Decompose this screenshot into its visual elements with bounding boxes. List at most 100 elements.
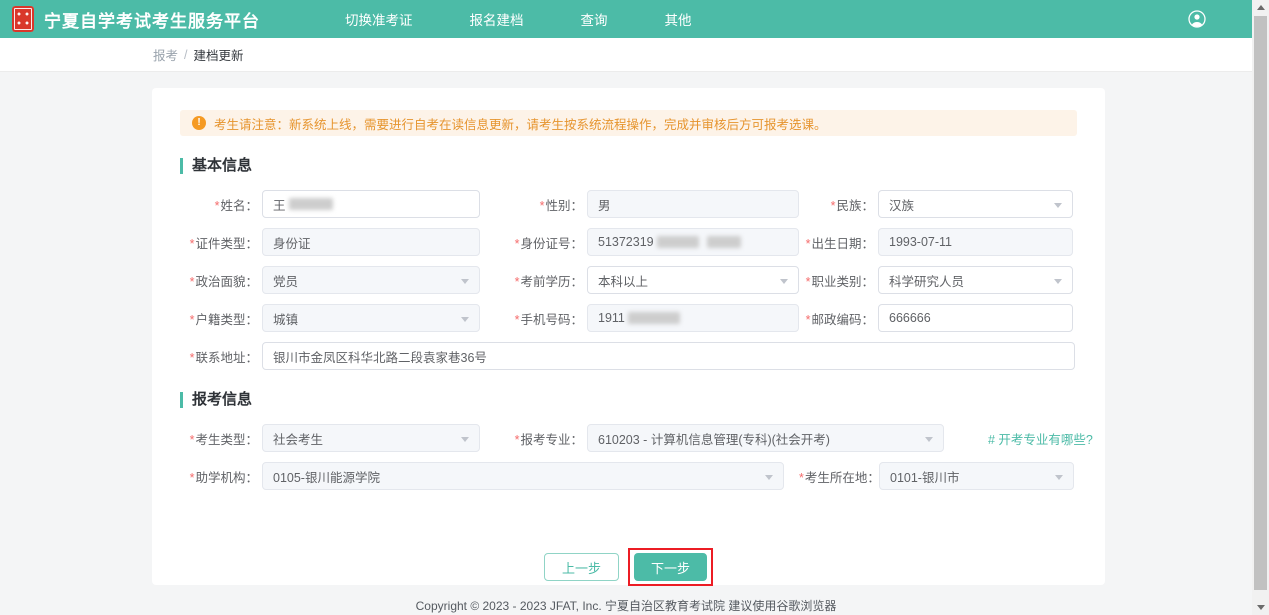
platform-logo-seal-icon — [12, 6, 34, 32]
breadcrumb-parent[interactable]: 报考 — [153, 45, 178, 64]
occupation-label: *职业类别： — [804, 271, 874, 290]
redaction-blur — [628, 312, 680, 324]
occupation-select[interactable]: 科学研究人员 — [878, 266, 1073, 294]
nav-item-other[interactable]: 其他 — [665, 9, 692, 29]
ethnicity-select[interactable]: 汉族 — [878, 190, 1073, 218]
chevron-down-icon — [461, 317, 469, 322]
chevron-down-icon — [1054, 279, 1062, 284]
phone-label: *手机号码： — [505, 309, 583, 328]
required-marker: * — [831, 199, 836, 213]
required-marker: * — [190, 471, 195, 485]
id-type-input: 身份证 — [262, 228, 480, 256]
ethnicity-label: *民族： — [804, 195, 874, 214]
field-household-type: *户籍类型： 城镇 — [180, 304, 480, 332]
phone-input: 1911 — [587, 304, 799, 332]
required-marker: * — [806, 237, 811, 251]
gender-input: 男 — [587, 190, 799, 218]
field-gender: *性别： 男 — [505, 190, 799, 218]
field-id-type: *证件类型： 身份证 — [180, 228, 480, 256]
field-ethnicity: *民族： 汉族 — [804, 190, 1073, 218]
form-row: *考生类型： 社会考生 *报考专业： 610203 - 计算机信息管理(专科)(… — [180, 424, 1077, 452]
redaction-blur — [657, 236, 699, 248]
field-candidate-type: *考生类型： 社会考生 — [180, 424, 480, 452]
field-major: *报考专业： 610203 - 计算机信息管理(专科)(社会开考) — [505, 424, 944, 452]
id-type-label: *证件类型： — [180, 233, 258, 252]
major-select: 610203 - 计算机信息管理(专科)(社会开考) — [587, 424, 944, 452]
field-political-status: *政治面貌： 党员 — [180, 266, 480, 294]
required-marker: * — [540, 199, 545, 213]
institution-label: *助学机构： — [180, 467, 258, 486]
nav-item-switch-admission-ticket[interactable]: 切换准考证 — [345, 9, 413, 29]
archive-update-form-card: ! 考生请注意：新系统上线，需要进行自考在读信息更新，请考生按系统流程操作，完成… — [152, 88, 1105, 585]
postal-code-input[interactable]: 666666 — [878, 304, 1073, 332]
nav-item-query[interactable]: 查询 — [581, 9, 608, 29]
scrollbar-up-arrow-icon[interactable] — [1252, 0, 1269, 15]
gender-label: *性别： — [505, 195, 583, 214]
scrollbar-down-arrow-icon[interactable] — [1252, 600, 1269, 615]
education-label: *考前学历： — [505, 271, 583, 290]
institution-select: 0105-银川能源学院 — [262, 462, 784, 490]
household-type-label: *户籍类型： — [180, 309, 258, 328]
main-nav: 切换准考证 报名建档 查询 其他 — [345, 9, 749, 29]
field-name: *姓名： 王 — [180, 190, 480, 218]
required-marker: * — [515, 313, 520, 327]
required-marker: * — [190, 275, 195, 289]
chevron-down-icon — [1055, 475, 1063, 480]
required-marker: * — [190, 237, 195, 251]
id-number-label: *身份证号： — [505, 233, 583, 252]
required-marker: * — [190, 433, 195, 447]
field-id-number: *身份证号： 51372319 — [505, 228, 799, 256]
field-location: *考生所在地： 0101-银川市 — [799, 462, 1074, 490]
chevron-down-icon — [461, 279, 469, 284]
major-label: *报考专业： — [505, 429, 583, 448]
vertical-scrollbar[interactable] — [1252, 0, 1269, 615]
candidate-type-label: *考生类型： — [180, 429, 258, 448]
birth-date-input: 1993-07-11 — [878, 228, 1073, 256]
scrollbar-thumb[interactable] — [1254, 16, 1267, 590]
required-marker: * — [799, 471, 804, 485]
section-title-exam-info: 报考信息 — [180, 392, 1077, 408]
field-occupation: *职业类别： 科学研究人员 — [804, 266, 1073, 294]
political-status-label: *政治面貌： — [180, 271, 258, 290]
required-marker: * — [515, 275, 520, 289]
nav-item-registration-filing[interactable]: 报名建档 — [470, 9, 524, 29]
chevron-down-icon — [461, 437, 469, 442]
next-step-button[interactable]: 下一步 — [634, 553, 707, 581]
field-phone: *手机号码： 1911 — [505, 304, 799, 332]
address-input[interactable]: 银川市金凤区科华北路二段袁家巷36号 — [262, 342, 1075, 370]
required-marker: * — [190, 351, 195, 365]
candidate-type-select: 社会考生 — [262, 424, 480, 452]
breadcrumb: 报考 / 建档更新 — [0, 38, 1269, 72]
birth-date-label: *出生日期： — [804, 233, 874, 252]
notice-text: 考生请注意：新系统上线，需要进行自考在读信息更新，请考生按系统流程操作，完成并审… — [214, 114, 827, 133]
chevron-down-icon — [780, 279, 788, 284]
required-marker: * — [806, 313, 811, 327]
form-row: *证件类型： 身份证 *身份证号： 51372319 *出生日期： 1993-0… — [180, 228, 1077, 256]
chevron-down-icon — [925, 437, 933, 442]
location-select: 0101-银川市 — [879, 462, 1074, 490]
chevron-down-icon — [765, 475, 773, 480]
form-row: *户籍类型： 城镇 *手机号码： 1911 *邮政编码： 666666 — [180, 304, 1077, 332]
required-marker: * — [215, 199, 220, 213]
education-select[interactable]: 本科以上 — [587, 266, 799, 294]
user-avatar-icon[interactable] — [1188, 10, 1206, 28]
name-input[interactable]: 王 — [262, 190, 480, 218]
step-buttons-row: 上一步 下一步 — [180, 548, 1077, 586]
copyright-footer: Copyright © 2023 - 2023 JFAT, Inc. 宁夏自治区… — [0, 597, 1252, 614]
form-row: *联系地址： 银川市金凤区科华北路二段袁家巷36号 — [180, 342, 1077, 370]
field-institution: *助学机构： 0105-银川能源学院 — [180, 462, 784, 490]
id-number-input: 51372319 — [587, 228, 799, 256]
form-row: *姓名： 王 *性别： 男 *民族： 汉族 — [180, 190, 1077, 218]
top-header-bar: 宁夏自学考试考生服务平台 切换准考证 报名建档 查询 其他 — [0, 0, 1269, 38]
required-marker: * — [806, 275, 811, 289]
name-label: *姓名： — [180, 195, 258, 214]
form-row: *助学机构： 0105-银川能源学院 *考生所在地： 0101-银川市 — [180, 462, 1077, 490]
redaction-blur — [707, 236, 741, 248]
breadcrumb-separator: / — [184, 48, 187, 62]
warning-exclamation-icon: ! — [192, 116, 206, 130]
field-birth-date: *出生日期： 1993-07-11 — [804, 228, 1073, 256]
previous-step-button[interactable]: 上一步 — [544, 553, 619, 581]
breadcrumb-current: 建档更新 — [194, 45, 244, 64]
field-education: *考前学历： 本科以上 — [505, 266, 799, 294]
open-majors-help-link[interactable]: # 开考专业有哪些? — [988, 429, 1093, 448]
